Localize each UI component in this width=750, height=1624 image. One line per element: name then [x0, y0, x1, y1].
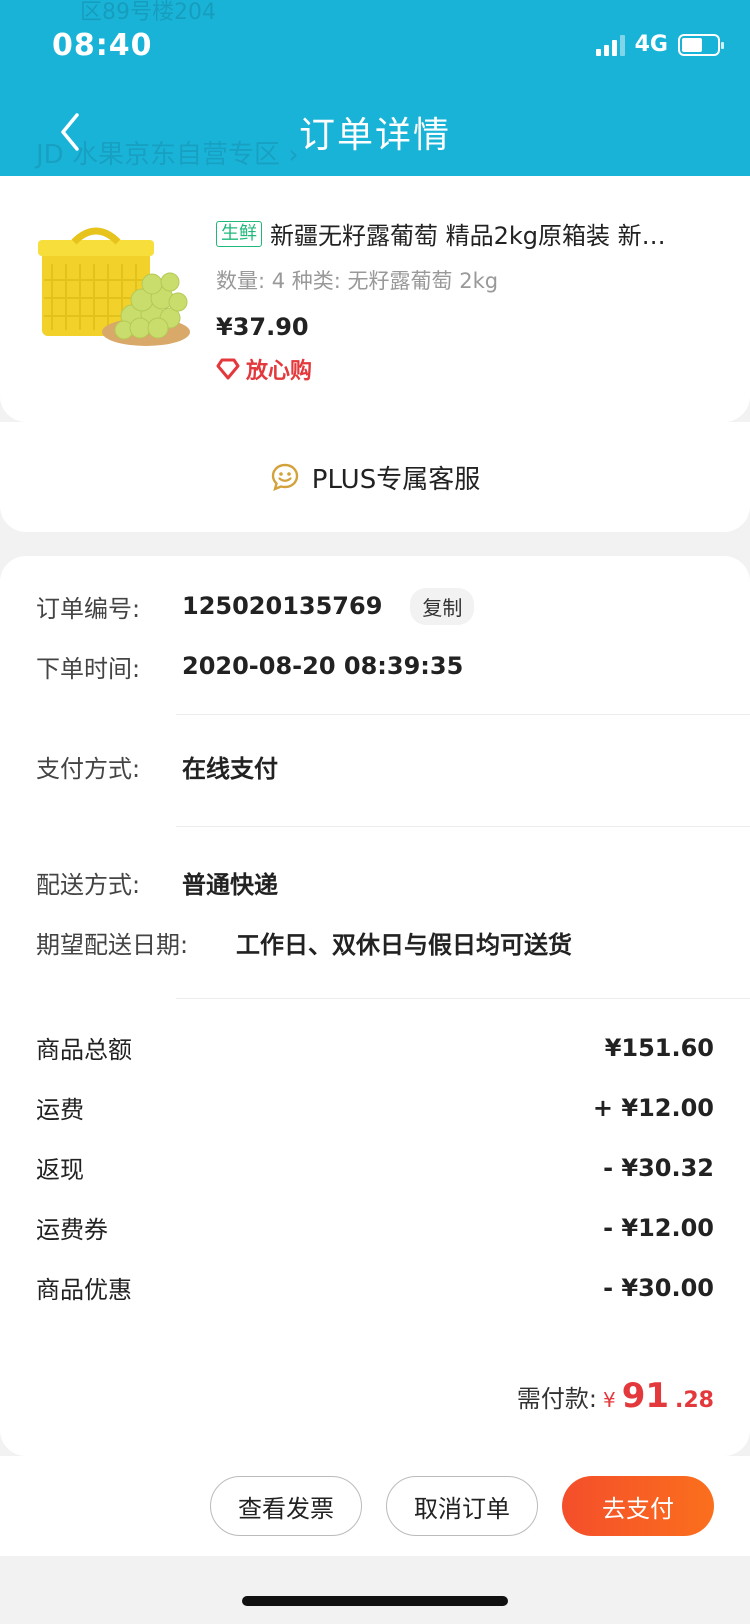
cancel-order-button[interactable]: 取消订单 — [386, 1476, 538, 1536]
total-row: 需付款: ¥ 91 .28 — [517, 1376, 714, 1416]
pay-button[interactable]: 去支付 — [562, 1476, 714, 1536]
fee-label: 运费 — [36, 1096, 84, 1124]
fee-value: - ¥12.00 — [603, 1213, 714, 1242]
plus-service-button[interactable]: PLUS专属客服 — [0, 422, 750, 532]
plus-service-label: PLUS专属客服 — [311, 464, 481, 495]
fee-label: 商品总额 — [36, 1036, 132, 1064]
delivery-row: 配送方式: 普通快递 — [36, 862, 278, 902]
payment-value: 在线支付 — [182, 754, 278, 783]
product-title[interactable]: 新疆无籽露葡萄 精品2kg原箱装 新… — [270, 216, 666, 251]
fee-row: 运费 + ¥12.00 — [36, 1090, 714, 1125]
divider — [176, 714, 750, 715]
total-label: 需付款: — [516, 1385, 597, 1413]
fee-value: - ¥30.32 — [603, 1153, 714, 1182]
order-time-row: 下单时间: 2020-08-20 08:39:35 — [36, 646, 463, 686]
battery-icon — [678, 33, 724, 56]
header: 区89号楼204 JD 水果京东自营专区 › 08:40 4G 订单详情 — [0, 0, 750, 176]
fee-value: ¥151.60 — [604, 1033, 714, 1062]
fee-row: 返现 - ¥30.32 — [36, 1150, 714, 1185]
total-currency: ¥ — [602, 1388, 616, 1412]
fee-row: 商品优惠 - ¥30.00 — [36, 1270, 714, 1305]
home-indicator[interactable] — [242, 1596, 508, 1606]
total-integer: 91 — [621, 1376, 670, 1416]
copy-button[interactable]: 复制 — [410, 587, 475, 625]
fresh-tag: 生鲜 — [216, 220, 262, 247]
delivery-label: 配送方式: — [36, 870, 141, 899]
bottom-action-bar: 查看发票 取消订单 去支付 — [0, 1456, 750, 1556]
status-time: 08:40 — [52, 28, 153, 63]
fee-row: 运费券 - ¥12.00 — [36, 1210, 714, 1245]
fee-value: - ¥30.00 — [603, 1273, 714, 1302]
battery-level — [682, 37, 703, 52]
divider — [176, 826, 750, 827]
delivery-value: 普通快递 — [182, 870, 278, 899]
order-number-row: 订单编号: 125020135769 复制 — [36, 586, 475, 626]
fee-label: 返现 — [36, 1156, 84, 1184]
fee-label: 运费券 — [36, 1216, 108, 1244]
customer-service-icon — [271, 463, 298, 492]
order-time-label: 下单时间: — [36, 654, 141, 683]
ghost-address-text: 区89号楼204 — [80, 0, 216, 25]
network-label: 4G — [634, 32, 668, 57]
fee-value: + ¥12.00 — [592, 1093, 714, 1122]
order-number-label: 订单编号: — [36, 594, 141, 623]
product-image[interactable] — [36, 220, 194, 360]
product-card[interactable]: 生鲜 新疆无籽露葡萄 精品2kg原箱装 新… 数量: 4 种类: 无籽露葡萄 2… — [0, 176, 750, 422]
total-decimal: .28 — [675, 1388, 714, 1413]
product-spec: 数量: 4 种类: 无籽露葡萄 2kg — [216, 269, 499, 293]
heart-diamond-icon — [216, 358, 240, 380]
order-number-value: 125020135769 — [182, 592, 383, 620]
product-info: 生鲜 新疆无籽露葡萄 精品2kg原箱装 新… 数量: 4 种类: 无籽露葡萄 2… — [216, 216, 710, 385]
expected-date-value: 工作日、双休日与假日均可送货 — [236, 930, 572, 959]
product-price: ¥37.90 — [216, 313, 309, 341]
worry-free-label: 放心购 — [246, 359, 313, 384]
fee-label: 商品优惠 — [36, 1276, 132, 1304]
order-info-card: 订单编号: 125020135769 复制 下单时间: 2020-08-20 0… — [0, 556, 750, 1456]
divider — [176, 998, 750, 999]
worry-free-badge: 放心购 — [216, 353, 710, 385]
expected-date-label: 期望配送日期: — [36, 930, 189, 959]
expected-date-row: 期望配送日期: 工作日、双休日与假日均可送货 — [36, 922, 572, 962]
fee-row: 商品总额 ¥151.60 — [36, 1030, 714, 1065]
status-indicators: 4G — [595, 32, 724, 57]
signal-icon — [595, 34, 625, 56]
payment-row: 支付方式: 在线支付 — [36, 746, 278, 786]
page-title: 订单详情 — [298, 115, 451, 156]
product-title-row: 生鲜 新疆无籽露葡萄 精品2kg原箱装 新… — [216, 216, 710, 251]
view-invoice-button[interactable]: 查看发票 — [210, 1476, 362, 1536]
payment-label: 支付方式: — [36, 754, 141, 783]
order-time-value: 2020-08-20 08:39:35 — [182, 652, 464, 680]
